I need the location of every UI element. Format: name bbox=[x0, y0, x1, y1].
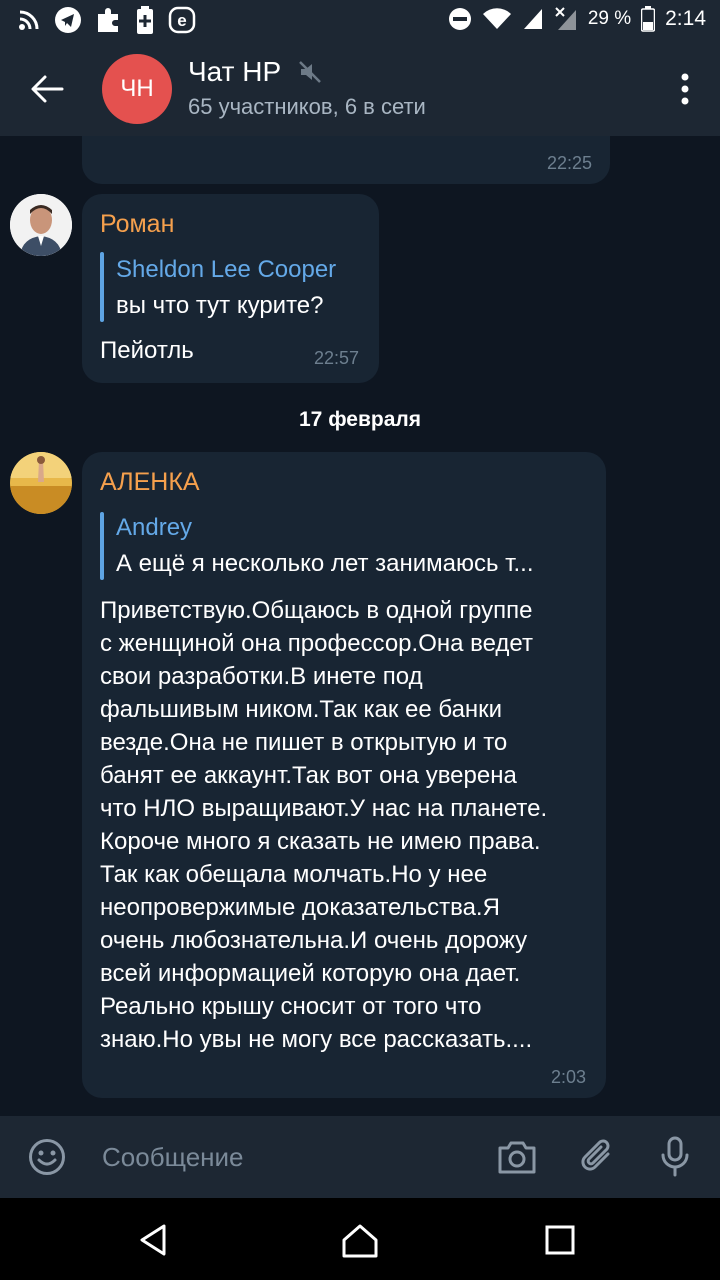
message-line: с женщиной она профессор.Она ведет bbox=[100, 630, 533, 657]
status-bar: e 29 % 2:14 bbox=[0, 0, 720, 42]
message-line: очень любознательна.И очень дорожу bbox=[100, 927, 528, 954]
back-arrow-icon[interactable] bbox=[28, 70, 66, 108]
signal-icon bbox=[523, 9, 542, 29]
svg-text:e: e bbox=[177, 11, 186, 30]
camera-icon[interactable] bbox=[496, 1138, 538, 1176]
reply-author: Andrey bbox=[116, 514, 193, 541]
message-line: фальшивым ником.Так как ее банки bbox=[100, 696, 503, 723]
message-line: Реально крышу сносит от того что bbox=[100, 993, 482, 1020]
message-text: Приветствую.Общаюсь в одной группе с жен… bbox=[100, 594, 547, 1056]
battery-icon bbox=[641, 6, 656, 32]
sender-name[interactable]: Роман bbox=[100, 210, 174, 239]
more-vertical-icon[interactable] bbox=[680, 72, 690, 106]
reply-text: вы что тут курите? bbox=[116, 292, 324, 319]
battery-percent: 29 % bbox=[587, 8, 632, 29]
reply-author: Sheldon Lee Cooper bbox=[116, 256, 337, 283]
message-input[interactable] bbox=[100, 1134, 484, 1180]
message-time: 22:25 bbox=[546, 153, 592, 173]
system-navigation-bar bbox=[0, 1198, 720, 1280]
dnd-icon bbox=[448, 8, 471, 30]
nav-back-icon[interactable] bbox=[134, 1220, 174, 1260]
rss-icon bbox=[19, 10, 39, 30]
reply-accent-bar bbox=[100, 512, 104, 580]
reply-accent-bar bbox=[100, 252, 104, 322]
chat-subtitle: 65 участников, 6 в сети bbox=[188, 94, 426, 119]
avatar[interactable] bbox=[10, 452, 72, 514]
chat-title[interactable]: Чат НР bbox=[188, 56, 281, 88]
wifi-icon bbox=[482, 8, 511, 30]
message-line: Приветствую.Общаюсь в одной группе bbox=[100, 597, 533, 624]
message-line: знаю.Но увы не могу все рассказать.... bbox=[100, 1026, 533, 1053]
message-line: везде.Она не пишет в открытую и то bbox=[100, 729, 508, 756]
telegram-icon bbox=[55, 7, 81, 33]
message-bubble[interactable]: Роман Sheldon Lee Cooper вы что тут кури… bbox=[82, 194, 379, 383]
puzzle-icon bbox=[98, 8, 118, 32]
avatar[interactable] bbox=[10, 194, 72, 256]
date-separator: 17 февраля bbox=[299, 408, 421, 431]
message-line: всей информацией которую она дает. bbox=[100, 960, 521, 987]
chat-avatar-initials: ЧН bbox=[120, 75, 154, 102]
message-list[interactable]: 22:25 Роман Sheldon Lee Cooper вы что ту… bbox=[0, 136, 720, 1116]
attach-paperclip-icon[interactable] bbox=[580, 1136, 616, 1176]
status-left-icons: e bbox=[18, 6, 196, 34]
message-line: что НЛО выращивают.У нас на планете. bbox=[100, 795, 548, 822]
message-line: банят ее аккаунт.Так вот она уверена bbox=[100, 762, 517, 789]
battery-plus-icon bbox=[137, 6, 153, 34]
message-bubble[interactable]: АЛЕНКА Andrey А ещё я несколько лет зани… bbox=[82, 452, 606, 1098]
emoji-icon[interactable] bbox=[28, 1138, 66, 1176]
message-line: Короче много я сказать не имею права. bbox=[100, 828, 541, 855]
status-right-icons: 29 % 2:14 bbox=[448, 6, 706, 32]
person-photo-icon bbox=[10, 194, 72, 256]
microphone-icon[interactable] bbox=[660, 1136, 690, 1178]
message-composer bbox=[0, 1116, 720, 1198]
reply-text: А ещё я несколько лет занимаюсь т... bbox=[116, 550, 534, 577]
signal-x-icon bbox=[555, 7, 576, 30]
message-line: Так как обещала молчать.Но у нее bbox=[100, 861, 488, 888]
sender-name[interactable]: АЛЕНКА bbox=[100, 468, 200, 497]
message-text: Пейотль bbox=[100, 337, 194, 364]
message-time: 22:57 bbox=[313, 348, 359, 368]
message-bubble[interactable]: 22:25 bbox=[82, 136, 610, 184]
e-icon: e bbox=[168, 6, 196, 34]
muted-speaker-icon bbox=[299, 61, 321, 83]
nav-home-icon[interactable] bbox=[340, 1220, 380, 1260]
nav-recents-icon[interactable] bbox=[540, 1220, 580, 1260]
person-photo-icon bbox=[10, 452, 72, 514]
status-time: 2:14 bbox=[665, 7, 706, 30]
message-time: 2:03 bbox=[550, 1067, 586, 1087]
message-line: свои разработки.В инете под bbox=[100, 663, 423, 690]
chat-header: ЧН Чат НР 65 участников, 6 в сети bbox=[0, 42, 720, 136]
message-line: неопровержимые доказательства.Я bbox=[100, 894, 500, 921]
chat-avatar[interactable]: ЧН bbox=[102, 54, 172, 124]
